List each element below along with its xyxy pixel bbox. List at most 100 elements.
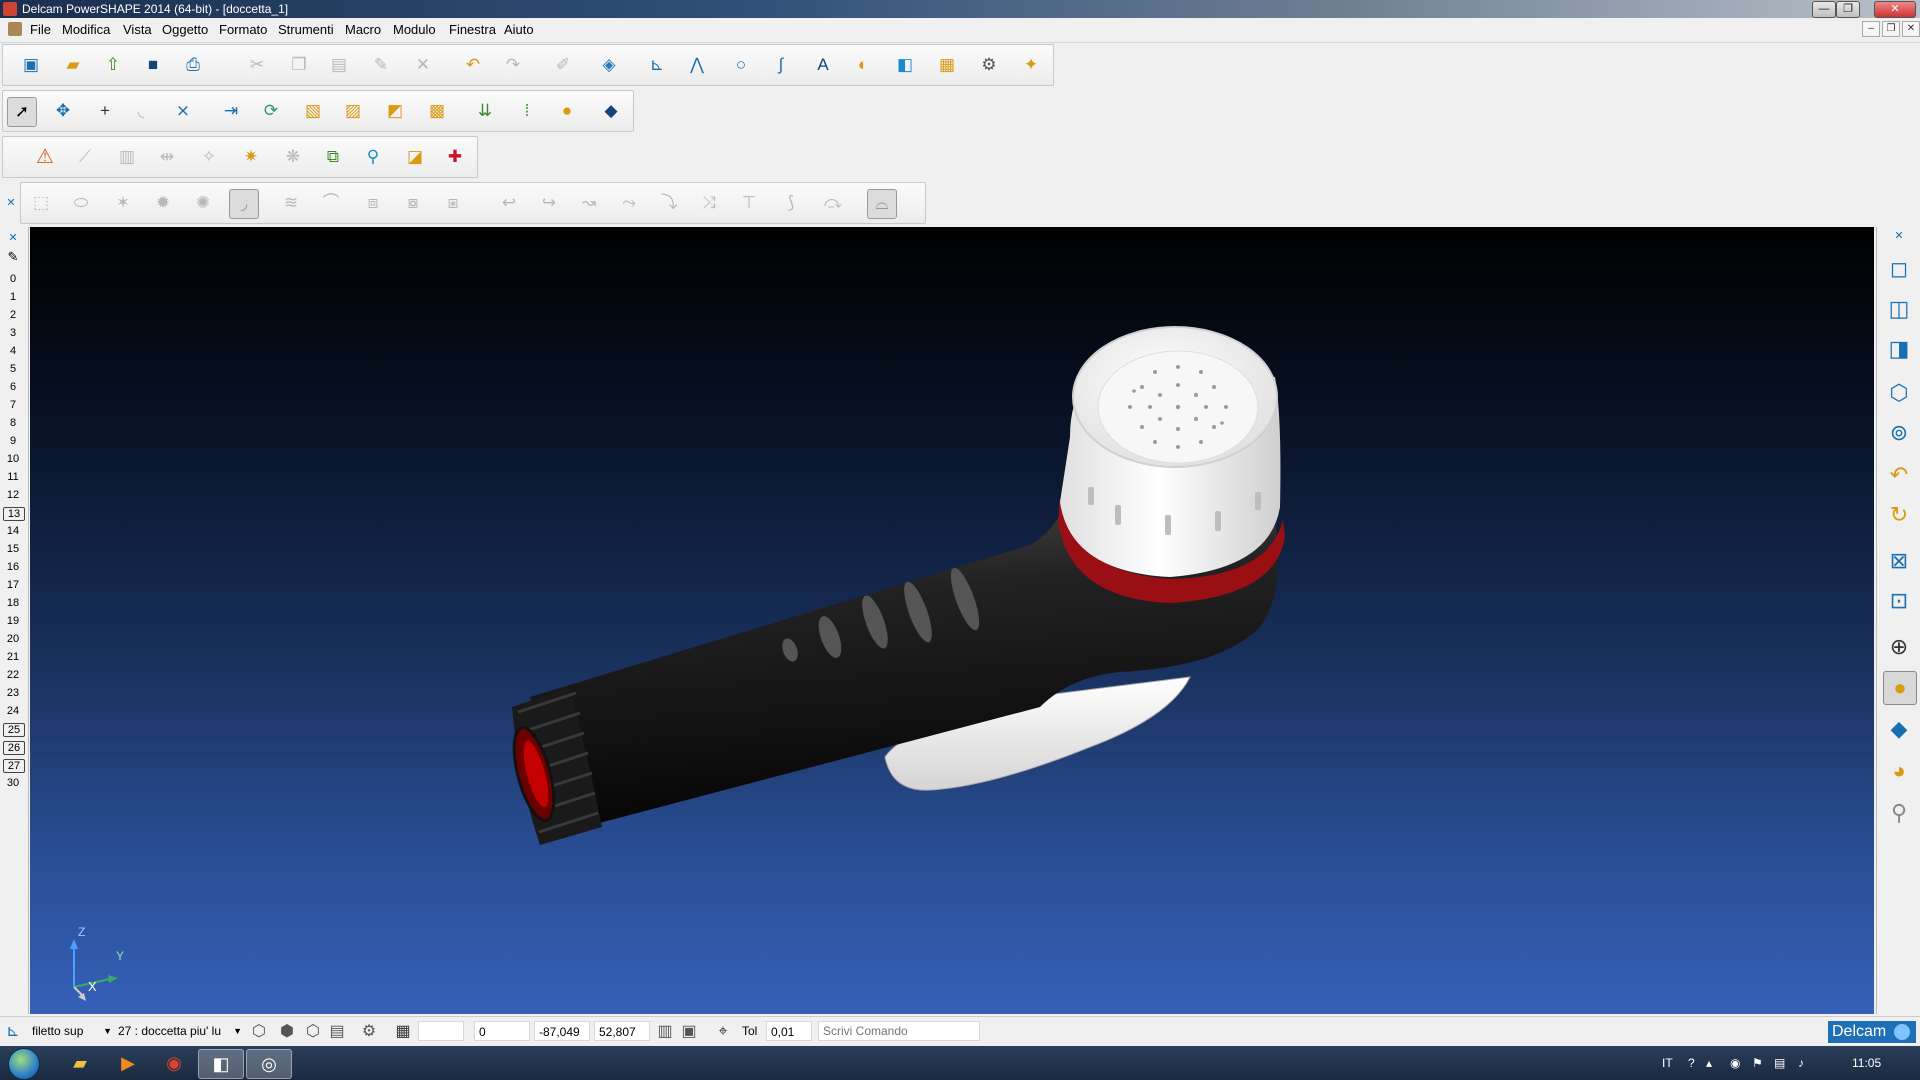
menu-aiuto[interactable]: Aiuto bbox=[504, 22, 534, 37]
xy-curve-icon[interactable]: ⨯ bbox=[169, 97, 197, 125]
view-sphere-icon[interactable]: ◕ bbox=[1883, 755, 1915, 787]
link-icon[interactable]: ⟋ bbox=[71, 143, 99, 171]
view-iso2-icon[interactable]: ◫ bbox=[1883, 293, 1915, 325]
magic-wand-icon[interactable]: ✦ bbox=[1017, 51, 1045, 79]
curve-e-icon[interactable]: ⤵ bbox=[655, 189, 683, 217]
clock[interactable]: 11:05 bbox=[1852, 1046, 1881, 1080]
grid-icon[interactable]: ⁞ bbox=[513, 97, 541, 125]
copy-icon[interactable]: ❐ bbox=[285, 51, 313, 79]
view-wireframe-icon[interactable]: ⊕ bbox=[1883, 631, 1915, 663]
tolerance-icon[interactable]: ⌖ bbox=[712, 1021, 734, 1043]
new-document-icon[interactable]: ▣ bbox=[17, 51, 45, 79]
surface-icon[interactable]: ◐ bbox=[849, 51, 877, 79]
menu-macro[interactable]: Macro bbox=[345, 22, 381, 37]
view-iso1-icon[interactable]: ◻ bbox=[1883, 253, 1915, 285]
level-item[interactable]: 12 bbox=[3, 489, 23, 501]
curve-icon[interactable]: ◟ bbox=[127, 97, 155, 125]
level-item[interactable]: 10 bbox=[3, 453, 23, 465]
level-item[interactable]: 7 bbox=[3, 399, 23, 411]
snap-field[interactable] bbox=[418, 1021, 464, 1041]
view-zoom-box-icon[interactable]: ⊡ bbox=[1883, 585, 1915, 617]
language-indicator[interactable]: IT bbox=[1662, 1046, 1673, 1080]
media-player-taskbar-icon[interactable]: ▶ bbox=[106, 1049, 150, 1077]
transform-icon[interactable]: ✥ bbox=[49, 97, 77, 125]
add-icon[interactable]: ✚ bbox=[441, 143, 469, 171]
level-item[interactable]: 25 bbox=[3, 723, 25, 737]
workplane-icon[interactable]: ⊾ bbox=[643, 51, 671, 79]
level-item[interactable]: 21 bbox=[3, 651, 23, 663]
solid-icon[interactable]: ◧ bbox=[891, 51, 919, 79]
wizard-icon[interactable]: ⚙ bbox=[975, 51, 1003, 79]
level-item[interactable]: 23 bbox=[3, 687, 23, 699]
shape-icon[interactable]: ◈ bbox=[595, 51, 623, 79]
select-arrow-icon[interactable]: ➚ bbox=[7, 97, 37, 127]
pyramid-icon[interactable]: ◆ bbox=[597, 97, 625, 125]
redo-icon[interactable]: ↷ bbox=[499, 51, 527, 79]
menu-finestra[interactable]: Finestra bbox=[449, 22, 496, 37]
chrome-taskbar-icon[interactable]: ◉ bbox=[152, 1049, 196, 1077]
calculator-icon[interactable]: ▣ bbox=[678, 1021, 700, 1043]
open-folder-icon[interactable]: ▰ bbox=[59, 51, 87, 79]
box-icon[interactable]: ▧ bbox=[299, 97, 327, 125]
coord-x-field[interactable]: -87,049 bbox=[534, 1021, 590, 1041]
level-item[interactable]: 18 bbox=[3, 597, 23, 609]
levels-close-icon[interactable]: ✕ bbox=[3, 231, 23, 244]
app-taskbar-icon[interactable]: ◎ bbox=[246, 1049, 292, 1079]
surface-a-icon[interactable]: ⬚ bbox=[27, 189, 55, 217]
document-menu-icon[interactable] bbox=[8, 22, 22, 36]
object-type-select[interactable]: filetto sup ▼ bbox=[28, 1021, 112, 1041]
block-icon[interactable]: ▦ bbox=[933, 51, 961, 79]
menu-modulo[interactable]: Modulo bbox=[393, 22, 436, 37]
view-mode-icon-3[interactable]: ⬡ bbox=[302, 1021, 324, 1043]
menu-oggetto[interactable]: Oggetto bbox=[162, 22, 208, 37]
paste-icon[interactable]: ▤ bbox=[325, 51, 353, 79]
view-mode-icon-1[interactable]: ⬡ bbox=[248, 1021, 270, 1043]
coord-y-field[interactable]: 52,807 bbox=[594, 1021, 650, 1041]
star3-icon[interactable]: ✺ bbox=[189, 189, 217, 217]
view-mode-icon-4[interactable]: ▤ bbox=[326, 1021, 348, 1043]
mdi-minimize-button[interactable]: – bbox=[1862, 21, 1880, 37]
level-item[interactable]: 8 bbox=[3, 417, 23, 429]
curve-b-icon[interactable]: ↪ bbox=[535, 189, 563, 217]
level-select[interactable]: 27 : doccetta piu' lu ▼ bbox=[114, 1021, 242, 1041]
view-iso4-icon[interactable]: ⬡ bbox=[1883, 377, 1915, 409]
workplane-status-icon[interactable]: ⊾ bbox=[2, 1021, 24, 1043]
level-item[interactable]: 0 bbox=[3, 273, 23, 285]
view-undo-icon[interactable]: ↶ bbox=[1883, 459, 1915, 491]
chevron-down-icon[interactable]: ▼ bbox=[103, 1021, 112, 1041]
chevron-up-icon[interactable]: ▴ bbox=[1706, 1046, 1712, 1080]
mdi-restore-button[interactable]: ❐ bbox=[1882, 21, 1900, 37]
morph-icon[interactable]: ⧉ bbox=[319, 143, 347, 171]
point-icon[interactable]: + bbox=[91, 97, 119, 125]
level-item[interactable]: 3 bbox=[3, 327, 23, 339]
tolerance-field[interactable]: 0,01 bbox=[766, 1021, 812, 1041]
warning-icon[interactable]: ⚠ bbox=[31, 143, 59, 171]
table-status-icon[interactable]: ▥ bbox=[654, 1021, 676, 1043]
view-mode-icon-2[interactable]: ⬢ bbox=[276, 1021, 298, 1043]
view-lamp-icon[interactable]: ⚲ bbox=[1883, 797, 1915, 829]
help-tray-icon[interactable]: ? bbox=[1688, 1046, 1695, 1080]
cut-icon[interactable]: ✂ bbox=[243, 51, 271, 79]
measure-icon[interactable]: ⇊ bbox=[471, 97, 499, 125]
level-item[interactable]: 30 bbox=[3, 777, 23, 789]
view-toolbar-close-icon[interactable]: ✕ bbox=[1883, 229, 1915, 243]
solid-block-icon[interactable]: ▨ bbox=[339, 97, 367, 125]
curve-h-icon[interactable]: ⟆ bbox=[777, 189, 805, 217]
level-item[interactable]: 24 bbox=[3, 705, 23, 717]
edit-icon[interactable]: ✐ bbox=[549, 51, 577, 79]
volume-tray-icon[interactable]: ♪ bbox=[1798, 1046, 1804, 1080]
shading-icon[interactable]: ◪ bbox=[401, 143, 429, 171]
repair-icon[interactable]: ✧ bbox=[195, 143, 223, 171]
cylinder-icon[interactable]: ⬭ bbox=[67, 189, 95, 217]
app-icon[interactable] bbox=[3, 2, 17, 16]
menu-file[interactable]: File bbox=[30, 22, 51, 37]
level-item[interactable]: 17 bbox=[3, 579, 23, 591]
level-item[interactable]: 27 bbox=[3, 759, 25, 773]
close-button[interactable]: ✕ bbox=[1874, 1, 1916, 18]
view-diamond-icon[interactable]: ◆ bbox=[1883, 713, 1915, 745]
coord-z-field[interactable]: 0 bbox=[474, 1021, 530, 1041]
curve-f-icon[interactable]: ⤨ bbox=[695, 189, 723, 217]
curve-i-icon[interactable]: ⤼ bbox=[819, 189, 847, 217]
paint-icon[interactable]: ✎ bbox=[367, 51, 395, 79]
arch-icon[interactable]: ⌓ bbox=[867, 189, 897, 219]
